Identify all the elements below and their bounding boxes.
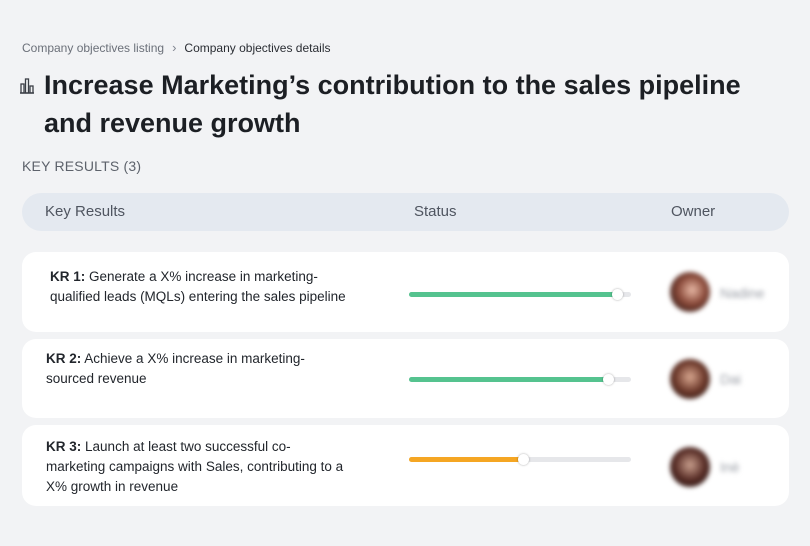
status-progress-fill (409, 292, 618, 297)
avatar (670, 272, 710, 312)
key-result-row[interactable]: KR 1: Generate a X% increase in marketin… (22, 252, 789, 332)
owner-name: Dai (720, 371, 742, 387)
breadcrumb-current: Company objectives details (184, 40, 331, 55)
key-result-text: Achieve a X% increase in marketing-sourc… (46, 351, 305, 386)
key-result-description: KR 2: Achieve a X% increase in marketing… (46, 349, 346, 389)
key-result-text: Generate a X% increase in marketing-qual… (50, 269, 346, 304)
key-result-label: KR 1: (50, 269, 86, 284)
status-progress-bar (409, 374, 631, 385)
column-header-status: Status (414, 203, 457, 220)
status-progress-knob (518, 454, 530, 465)
key-result-label: KR 3: (46, 439, 82, 454)
column-header-owner: Owner (671, 203, 716, 220)
avatar (670, 359, 710, 399)
building-chart-icon (18, 76, 40, 142)
key-result-text: Launch at least two successful co-market… (46, 439, 344, 494)
status-progress-knob (611, 289, 623, 300)
key-results-count-label: KEY RESULTS (3) (22, 158, 142, 174)
status-progress-knob (602, 374, 614, 385)
status-progress-fill (409, 457, 525, 462)
avatar (670, 447, 710, 487)
key-result-row[interactable]: KR 2: Achieve a X% increase in marketing… (22, 339, 789, 418)
key-result-label: KR 2: (46, 351, 82, 366)
status-progress-bar (409, 454, 631, 465)
page-header: Increase Marketing’s contribution to the… (18, 66, 788, 142)
column-header-key-results: Key Results (45, 203, 126, 220)
key-result-row[interactable]: KR 3: Launch at least two successful co-… (22, 425, 789, 506)
breadcrumb: Company objectives listing › Company obj… (22, 40, 331, 55)
breadcrumb-link-listing[interactable]: Company objectives listing (22, 41, 164, 55)
breadcrumb-separator: › (172, 40, 177, 55)
page-title: Increase Marketing’s contribution to the… (44, 70, 741, 138)
owner-name: Inè (720, 459, 740, 475)
owner-name: Nadine (720, 285, 765, 301)
key-result-description: KR 3: Launch at least two successful co-… (46, 437, 346, 497)
status-progress-bar (409, 289, 631, 300)
table-header: Key Results Status Owner (22, 193, 789, 231)
key-result-description: KR 1: Generate a X% increase in marketin… (50, 267, 350, 307)
status-progress-fill (409, 377, 609, 382)
